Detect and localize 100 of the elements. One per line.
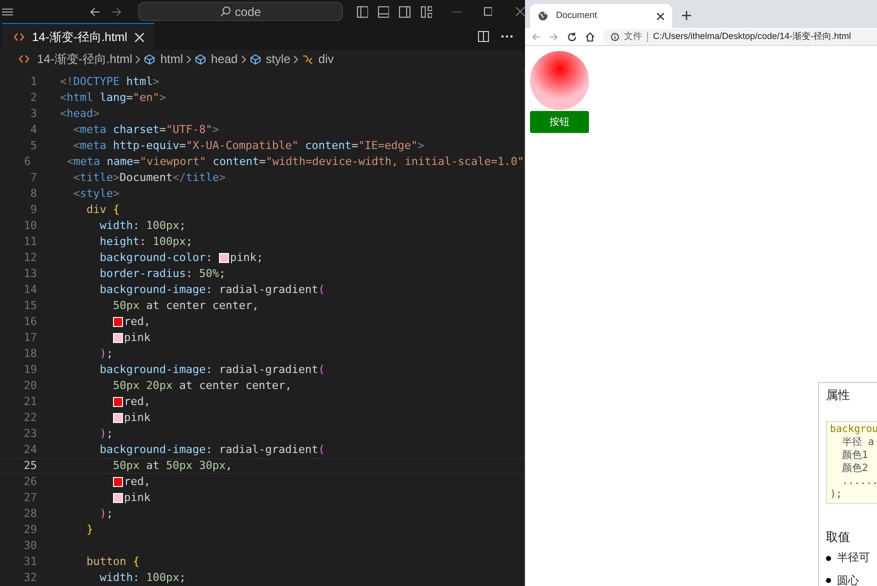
reload-icon[interactable]: [567, 32, 577, 42]
editor-tab[interactable]: 14-渐变-径向.html: [2, 23, 154, 50]
code-token: <: [72, 122, 80, 138]
code-token: red,: [124, 314, 150, 330]
color-swatch[interactable]: [112, 317, 123, 327]
code-token: ;: [106, 346, 113, 362]
line-number: 21: [22, 394, 37, 410]
maximize-icon[interactable]: [484, 7, 492, 16]
code-line: 颜色1: [841, 450, 868, 462]
code-token: <: [72, 138, 80, 154]
code-token: pink: [124, 410, 150, 426]
code-token: =: [351, 138, 358, 154]
line-number: 2: [29, 90, 37, 106]
code-token: >: [218, 170, 226, 186]
code-token: <: [60, 106, 67, 122]
info-icon: [611, 32, 619, 40]
line-number: 20: [22, 378, 37, 394]
chevron-icon: [240, 54, 247, 64]
line-number: 32: [22, 570, 37, 586]
code-token: html: [125, 74, 153, 90]
code-token: {: [112, 202, 120, 218]
code-token: 50%: [199, 266, 219, 282]
url-text: C:/Users/ithelma/Desktop/code/14-渐变-径向.html: [653, 30, 852, 43]
code-line: 半径 a: [841, 437, 874, 449]
line-number: 24: [22, 442, 37, 458]
scheme-label: 文件: [624, 30, 642, 43]
code-token: <: [60, 90, 67, 106]
code-token: background-image: [98, 282, 206, 298]
panel-layout-icon[interactable]: [378, 6, 390, 18]
customize-layout-icon[interactable]: [420, 6, 432, 18]
color-swatch[interactable]: [218, 253, 229, 263]
code-token: :: [139, 234, 148, 250]
split-editor-icon[interactable]: [478, 31, 489, 42]
chevron-icon: [186, 54, 192, 64]
code-token: :: [206, 250, 214, 266]
code-token: background-image: [98, 362, 206, 378]
code-token: width: [98, 570, 133, 586]
sidebar-layout-icon[interactable]: [356, 6, 368, 18]
line-number: 9: [29, 202, 37, 218]
code-token: =: [159, 122, 166, 138]
bullet-icon: [826, 578, 831, 584]
secondary-sidebar-icon[interactable]: [399, 6, 411, 18]
code-token: : radial-gradient: [206, 362, 318, 378]
new-tab-icon[interactable]: [682, 11, 691, 20]
code-token: 100px: [146, 570, 180, 586]
code-token: div: [85, 202, 106, 218]
breadcrumb-item[interactable]: head: [211, 50, 238, 68]
address-bar[interactable]: 文件 C:/Users/ithelma/Desktop/code/14-渐变-径向.html: [603, 28, 877, 44]
color-swatch[interactable]: [112, 413, 123, 423]
code-token: >: [93, 106, 100, 122]
color-swatch[interactable]: [112, 397, 123, 407]
more-icon[interactable]: [501, 35, 513, 38]
search-field[interactable]: code: [138, 2, 342, 22]
code-line: backgrou: [830, 424, 877, 436]
chevron-icon: [293, 54, 300, 64]
code-token: "width=device-width, initial-scale=1.0": [266, 154, 524, 170]
line-number: 7: [29, 170, 37, 186]
code-token: meta: [74, 154, 100, 170]
code-token: >: [152, 74, 160, 90]
code-token: <: [66, 154, 74, 170]
code-token: http-equiv: [112, 138, 180, 154]
code-token: title: [80, 170, 113, 186]
color-swatch[interactable]: [112, 333, 123, 343]
code-token: <: [72, 170, 80, 186]
forward-icon[interactable]: [110, 6, 122, 18]
code-token: 50px 30px: [166, 458, 226, 474]
line-number: 14: [22, 282, 37, 298]
code-token: pink: [124, 490, 150, 506]
code-token: width: [98, 218, 133, 234]
panel-subheading: 取值: [826, 529, 850, 546]
line-number: 3: [29, 106, 37, 122]
cube-icon: [144, 54, 156, 64]
code-token: : radial-gradient: [206, 442, 318, 458]
code-token: meta: [80, 122, 106, 138]
code-token: head: [66, 106, 94, 122]
breadcrumb-item[interactable]: html: [160, 50, 184, 68]
code-token: at center center,: [178, 378, 292, 394]
close-icon[interactable]: [516, 7, 525, 16]
code-token: :: [132, 570, 140, 586]
line-number: 18: [22, 346, 37, 362]
code-file-icon: [19, 55, 29, 63]
page-button[interactable]: 按钮: [530, 111, 589, 133]
code-token: "UTF-8": [166, 122, 212, 138]
home-icon[interactable]: [585, 32, 595, 42]
breadcrumb-item[interactable]: 14-渐变-径向.html: [37, 50, 132, 68]
breadcrumb-item[interactable]: style: [266, 50, 290, 68]
color-swatch[interactable]: [112, 493, 123, 503]
code-token: content: [212, 154, 260, 170]
code-token: ;: [186, 234, 192, 250]
globe-icon: [538, 11, 548, 21]
close-icon[interactable]: [657, 12, 664, 20]
breadcrumb-item[interactable]: div: [318, 50, 334, 68]
back-icon[interactable]: [89, 6, 101, 18]
line-number: 31: [22, 554, 37, 570]
color-swatch[interactable]: [112, 477, 123, 487]
code-token: =: [133, 154, 140, 170]
line-number: 6: [23, 154, 31, 170]
code-token: 100px: [152, 234, 186, 250]
browser-tab[interactable]: Document: [530, 4, 672, 28]
menu-icon[interactable]: [2, 8, 14, 16]
